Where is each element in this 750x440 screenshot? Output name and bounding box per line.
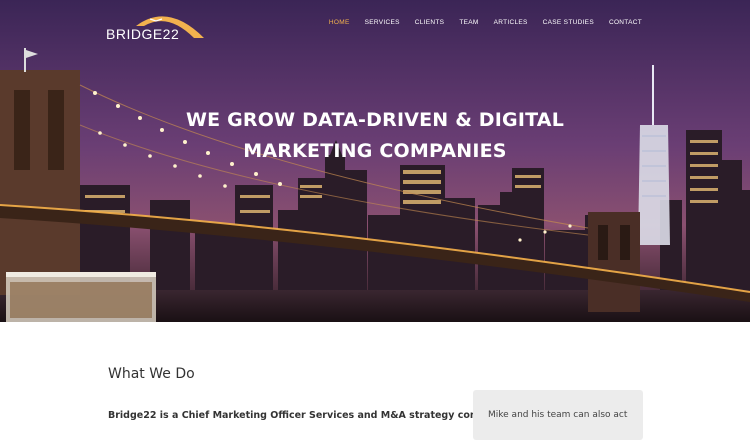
nav-item-contact[interactable]: CONTACT xyxy=(609,19,642,26)
section-title: What We Do xyxy=(108,366,195,382)
section-intro-text: Bridge22 is a Chief Marketing Officer Se… xyxy=(108,410,519,421)
nav-item-team[interactable]: TEAM xyxy=(459,19,478,26)
nav-item-articles[interactable]: ARTICLES xyxy=(494,19,528,26)
nav-item-home[interactable]: HOME xyxy=(329,19,350,26)
site-header: BRIDGE22 HOME SERVICES CLIENTS TEAM ARTI… xyxy=(0,0,750,44)
sidebar-callout-text: Mike and his team can also act xyxy=(488,410,628,420)
hero-headline-line2: MARKETING COMPANIES xyxy=(243,139,507,162)
hero-headline: WE GROW DATA-DRIVEN & DIGITAL MARKETING … xyxy=(0,105,750,167)
hero-headline-line1: WE GROW DATA-DRIVEN & DIGITAL xyxy=(185,108,565,131)
nav-item-case-studies[interactable]: CASE STUDIES xyxy=(543,19,594,26)
main-nav: HOME SERVICES CLIENTS TEAM ARTICLES CASE… xyxy=(329,19,642,26)
brand-logo[interactable]: BRIDGE22 xyxy=(106,10,206,42)
hero-banner: BRIDGE22 HOME SERVICES CLIENTS TEAM ARTI… xyxy=(0,0,750,322)
sidebar-callout: Mike and his team can also act xyxy=(473,390,643,440)
nav-item-services[interactable]: SERVICES xyxy=(365,19,400,26)
nav-item-clients[interactable]: CLIENTS xyxy=(415,19,445,26)
logo-text: BRIDGE22 xyxy=(106,26,180,42)
